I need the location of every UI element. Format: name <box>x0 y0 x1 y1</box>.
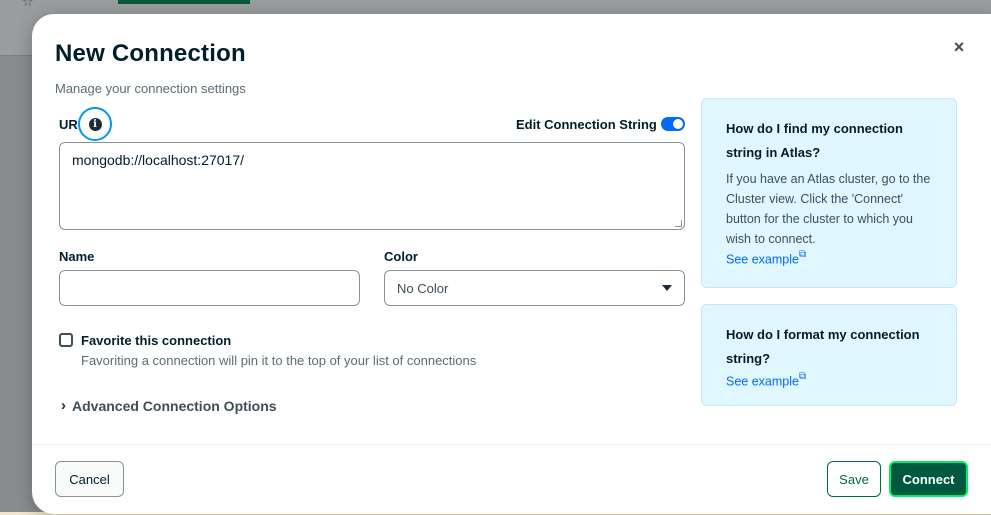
footer-divider <box>32 444 991 445</box>
external-link-icon: ⧉ <box>798 371 807 382</box>
info-icon: i <box>88 117 102 131</box>
modal-title: New Connection <box>55 40 246 67</box>
color-select-value: No Color <box>397 280 449 296</box>
chevron-right-icon: › <box>61 397 66 414</box>
star-icon: ☆ <box>22 0 34 9</box>
edit-connection-string-label: Edit Connection String <box>516 117 657 132</box>
uri-label: UR <box>59 117 78 132</box>
connect-button[interactable]: Connect <box>889 461 968 497</box>
name-input[interactable] <box>59 270 360 306</box>
cancel-button[interactable]: Cancel <box>55 461 124 497</box>
caret-down-icon <box>662 285 672 291</box>
color-label: Color <box>384 249 418 264</box>
favorite-checkbox[interactable] <box>59 333 73 347</box>
new-connection-modal: New Connection Manage your connection se… <box>32 14 991 514</box>
help-question: How do I format my connection string? <box>726 327 920 366</box>
background-active-tab <box>118 0 250 4</box>
external-link-icon: ⧉ <box>798 249 807 260</box>
see-example-link[interactable]: See example <box>726 252 799 266</box>
connection-string-textarea[interactable]: mongodb://localhost:27017/ <box>59 142 685 230</box>
advanced-options-toggle[interactable]: › Advanced Connection Options <box>61 397 277 414</box>
close-icon[interactable]: × <box>948 36 970 58</box>
connection-string-value: mongodb://localhost:27017/ <box>72 152 245 168</box>
edit-connection-string-toggle[interactable] <box>661 117 685 131</box>
help-question: How do I find my connection string in At… <box>726 121 903 160</box>
resize-handle-icon[interactable] <box>675 220 682 227</box>
favorite-label[interactable]: Favorite this connection <box>81 333 231 348</box>
favorite-description: Favoriting a connection will pin it to t… <box>81 353 477 368</box>
uri-info-button[interactable]: i <box>78 107 112 141</box>
help-text: If you have an Atlas cluster, go to the … <box>726 172 931 246</box>
advanced-options-label: Advanced Connection Options <box>72 397 277 414</box>
color-select[interactable]: No Color <box>384 270 685 306</box>
help-card-format: How do I format my connection string? Se… <box>701 304 957 406</box>
see-example-link[interactable]: See example <box>726 374 799 388</box>
modal-subtitle: Manage your connection settings <box>55 81 246 96</box>
help-card-atlas: How do I find my connection string in At… <box>701 98 957 288</box>
save-button[interactable]: Save <box>827 461 881 497</box>
name-label: Name <box>59 249 95 264</box>
